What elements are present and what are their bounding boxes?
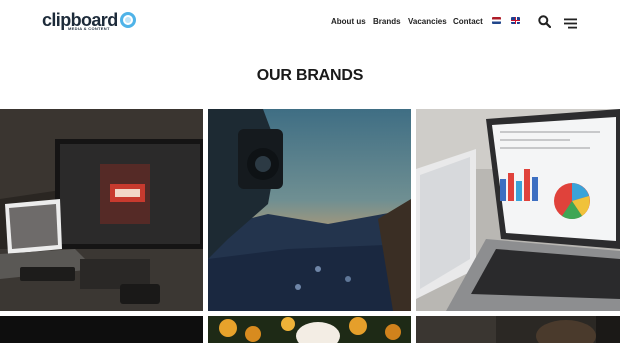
brand-tile-person[interactable] [416,316,620,343]
person-image [416,316,620,343]
brand-tile-flowers[interactable] [208,316,411,343]
site-header: clipboard MEDIA & CONTENT About us Brand… [0,0,620,44]
flag-nl-icon[interactable] [492,17,501,24]
menu-icon[interactable] [564,16,577,29]
brand-tile-monitor-photo[interactable] [0,109,203,311]
flowers-image [208,316,411,343]
nav-contact[interactable]: Contact [453,16,483,28]
dark-image [0,316,203,343]
nav-about-us[interactable]: About us [331,16,366,28]
search-icon[interactable] [538,15,552,29]
brand-tile-camera-photo[interactable] [208,109,411,311]
page-title: OUR BRANDS [256,67,364,84]
laptop-chart-image [416,109,620,311]
clipboard-logo[interactable]: clipboard MEDIA & CONTENT [42,11,136,33]
camera-landscape-image [208,109,411,311]
desk-laptop-image [0,109,203,311]
brand-tile-laptop-chart-photo[interactable] [416,109,620,311]
logo-tagline: MEDIA & CONTENT [68,26,110,31]
brand-tile-dark[interactable] [0,316,203,343]
logo-ring-icon [119,12,136,28]
flag-en-icon[interactable] [511,17,520,24]
nav-brands[interactable]: Brands [373,16,401,28]
nav-vacancies[interactable]: Vacancies [408,16,447,28]
